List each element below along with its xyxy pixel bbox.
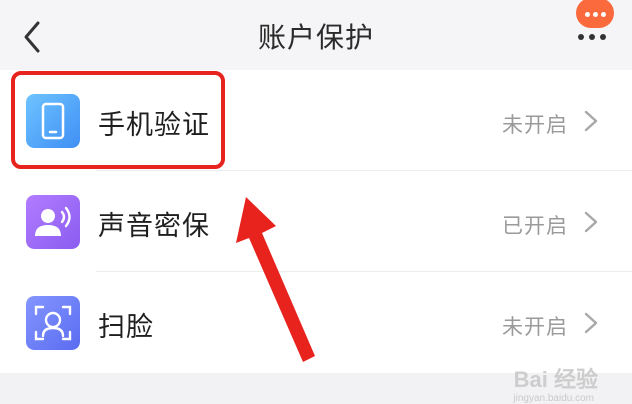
security-options-list: 手机验证 未开启 声音密保 已开启 扫脸 未开启 bbox=[0, 70, 632, 373]
voice-user-icon bbox=[26, 195, 80, 249]
phone-icon bbox=[26, 94, 80, 148]
watermark-url: jingyan.baidu.com bbox=[513, 393, 594, 404]
page-title: 账户保护 bbox=[257, 21, 374, 54]
list-item-phone-verification[interactable]: 手机验证 未开启 bbox=[0, 70, 632, 171]
list-item-voice-security[interactable]: 声音密保 已开启 bbox=[0, 171, 632, 272]
item-status: 未开启 bbox=[502, 315, 568, 339]
face-scan-icon bbox=[26, 296, 80, 350]
item-label: 手机验证 bbox=[98, 110, 210, 141]
item-label: 扫脸 bbox=[98, 312, 154, 343]
chevron-right-icon bbox=[584, 312, 598, 334]
item-status: 未开启 bbox=[502, 113, 568, 137]
item-status: 已开启 bbox=[502, 214, 568, 238]
chevron-right-icon bbox=[584, 211, 598, 233]
more-dots-icon[interactable] bbox=[574, 16, 614, 46]
header-bar: 账户保护 bbox=[0, 0, 632, 70]
watermark-logo: Bai 经验 bbox=[513, 367, 598, 392]
chevron-right-icon bbox=[584, 110, 598, 132]
item-label: 声音密保 bbox=[98, 211, 210, 242]
list-item-face-scan[interactable]: 扫脸 未开启 bbox=[0, 272, 632, 373]
